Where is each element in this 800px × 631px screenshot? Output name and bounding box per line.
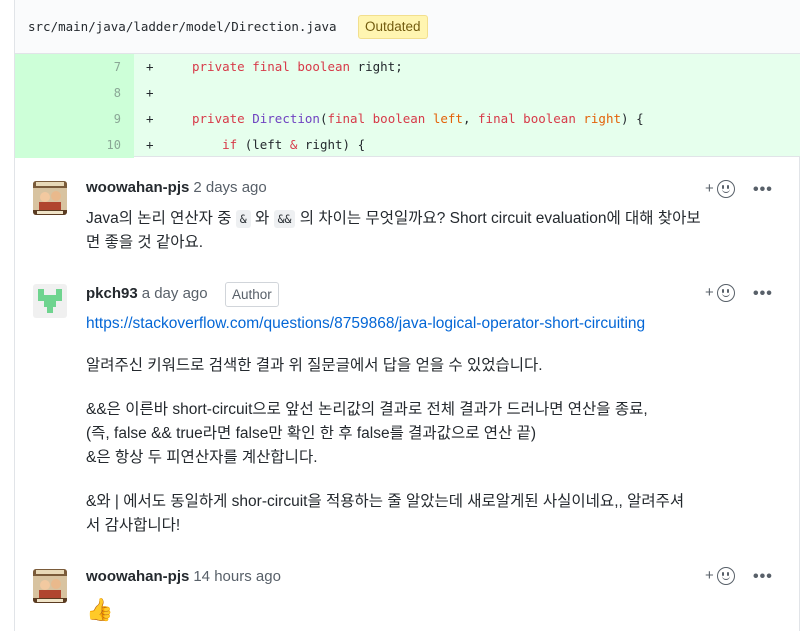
inline-code: &	[235, 210, 251, 228]
author-name[interactable]: woowahan-pjs	[86, 568, 189, 585]
file-header: src/main/java/ladder/model/Direction.jav…	[15, 0, 800, 54]
outdated-badge: Outdated	[358, 15, 428, 39]
comment-text: 알려주신 키워드로 검색한 결과 위 질문글에서 답을 얻을 수 있었습니다.	[86, 357, 543, 374]
code-line: if (left & right) {	[192, 132, 365, 158]
code-token: final boolean	[327, 111, 433, 126]
author-name[interactable]: pkch93	[86, 285, 138, 302]
code-token: right;	[357, 59, 403, 74]
code-line: private final boolean right;	[192, 54, 403, 80]
file-path[interactable]: src/main/java/ladder/model/Direction.jav…	[28, 19, 337, 34]
comment-body: Java의 논리 연산자 중 & 와 && 의 차이는 무엇일까요? Short…	[86, 207, 776, 255]
comment-paragraph: &와 | 에서도 동일하게 shor-circuit을 적용하는 줄 알았는데 …	[86, 490, 786, 538]
comment-author-line: pkch93 a day ago	[86, 285, 208, 302]
line-number[interactable]: 7	[15, 54, 134, 80]
author-name[interactable]: woowahan-pjs	[86, 179, 189, 196]
review-thread: src/main/java/ladder/model/Direction.jav…	[14, 0, 800, 631]
add-reaction-button[interactable]: +	[705, 179, 745, 201]
line-number[interactable]: 9	[15, 106, 134, 132]
plus-label: +	[705, 180, 714, 197]
comment-author-line: woowahan-pjs 14 hours ago	[86, 568, 281, 585]
comment-timestamp[interactable]: a day ago	[142, 285, 208, 302]
line-number[interactable]: 10	[15, 132, 134, 158]
code-token: (left	[244, 137, 290, 152]
more-options-button[interactable]: •••	[753, 568, 773, 585]
code-token: private final boolean	[192, 59, 358, 74]
comment-paragraph: 알려주신 키워드로 검색한 결과 위 질문글에서 답을 얻을 수 있었습니다.	[86, 354, 776, 378]
diff-sign: +	[146, 85, 154, 100]
comment-text: &은 항상 두 피연산자를 계산합니다.	[86, 449, 318, 466]
more-options-button[interactable]: •••	[753, 285, 773, 302]
more-options-button[interactable]: •••	[753, 181, 773, 198]
comment-text: 와	[250, 210, 274, 227]
line-number[interactable]: 8	[15, 80, 134, 106]
comment-text: &&은 이른바 short-circuit으로 앞선 논리값의 결과로 전체 결…	[86, 401, 648, 418]
code-token: Direction	[252, 111, 320, 126]
code-token: private	[192, 111, 253, 126]
avatar-woowahan[interactable]	[33, 181, 67, 215]
diff-line: 8 +	[15, 80, 800, 106]
smiley-icon	[717, 180, 735, 198]
comment-text: &와 | 에서도 동일하게 shor-circuit을 적용하는 줄 알았는데 …	[86, 493, 685, 510]
comment-text: 면 좋을 것 같아요.	[86, 234, 204, 251]
diff-sign: +	[146, 137, 154, 152]
code-token: &	[289, 137, 305, 152]
avatar-woowahan[interactable]	[33, 569, 67, 603]
code-token: right	[583, 111, 622, 126]
diff-line: 9 + private Direction(final boolean left…	[15, 106, 800, 132]
comment-timestamp[interactable]: 2 days ago	[193, 179, 266, 196]
comment-text: Java의 논리 연산자 중	[86, 210, 236, 227]
review-comment: woowahan-pjs 2 days ago + ••• Java의 논리 연산…	[15, 157, 800, 272]
code-token: final boolean	[478, 111, 584, 126]
plus-label: +	[705, 284, 714, 301]
thumbs-up-emoji: 👍	[86, 597, 114, 622]
comment-text: (즉, false && true라면 false만 확인 한 후 false를…	[86, 425, 537, 442]
smiley-icon	[717, 567, 735, 585]
diff-line: 7 + private final boolean right;	[15, 54, 800, 80]
comment-paragraph: &&은 이른바 short-circuit으로 앞선 논리값의 결과로 전체 결…	[86, 398, 776, 470]
smiley-icon	[717, 284, 735, 302]
diff-line: 10 + if (left & right) {	[15, 132, 800, 158]
code-token: if	[222, 137, 245, 152]
code-token: ) {	[621, 111, 644, 126]
code-token: ,	[462, 111, 479, 126]
code-token: right) {	[304, 137, 366, 152]
diff-sign: +	[146, 59, 154, 74]
review-comment: pkch93 a day ago Author + ••• https://sta…	[15, 272, 800, 557]
comment-text: 서 감사합니다!	[86, 517, 181, 534]
comment-author-line: woowahan-pjs 2 days ago	[86, 179, 267, 196]
author-badge: Author	[225, 282, 279, 307]
code-token: left	[432, 111, 463, 126]
code-line: private Direction(final boolean left, fi…	[192, 106, 644, 132]
comment-timestamp[interactable]: 14 hours ago	[193, 568, 281, 585]
inline-code: &&	[273, 210, 296, 228]
review-comment: woowahan-pjs 14 hours ago + ••• 👍	[15, 557, 800, 631]
comment-text: 의 차이는 무엇일까요? Short circuit evaluation에 대…	[295, 210, 701, 227]
diff-snippet: 7 + private final boolean right; 8 + 9 +…	[15, 54, 800, 158]
add-reaction-button[interactable]: +	[705, 566, 745, 588]
add-reaction-button[interactable]: +	[705, 283, 745, 305]
plus-label: +	[705, 567, 714, 584]
diff-sign: +	[146, 111, 154, 126]
avatar-pkch93[interactable]	[33, 284, 67, 318]
stackoverflow-link[interactable]: https://stackoverflow.com/questions/8759…	[86, 312, 645, 336]
